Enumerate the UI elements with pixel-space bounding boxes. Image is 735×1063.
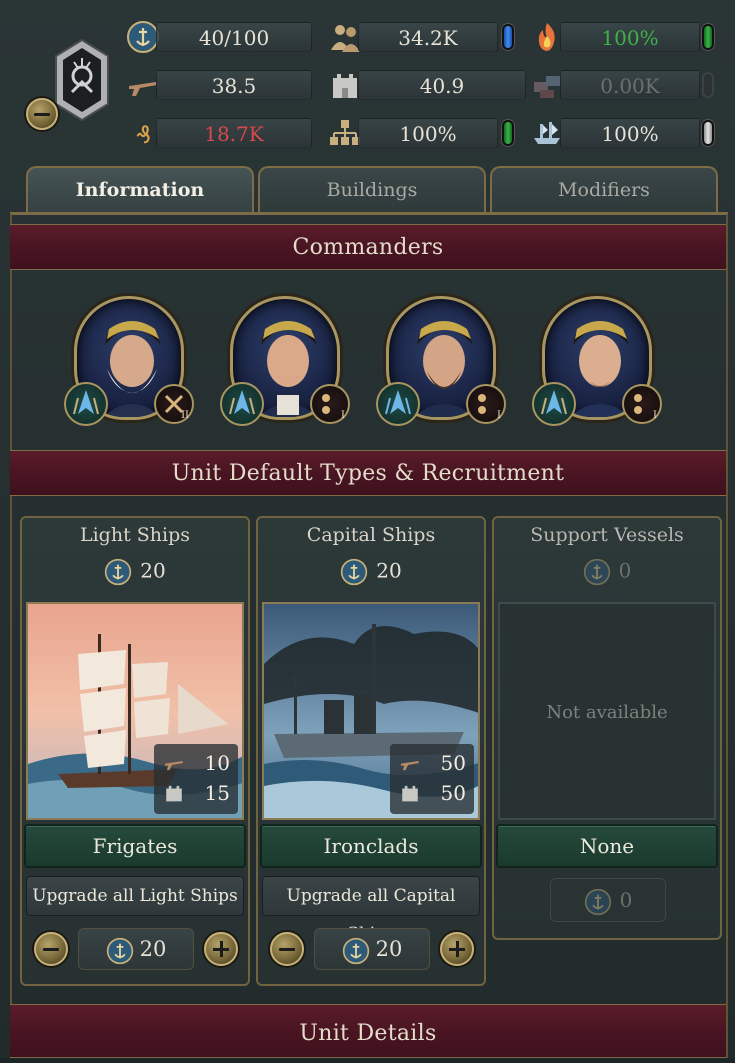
quantity-value: 20 — [375, 937, 403, 961]
unit-stats-badge: 50 50 — [390, 744, 474, 814]
rank-insignia-icon: II — [154, 384, 194, 424]
unit-type-selector[interactable]: Ironclads — [260, 824, 482, 868]
column-title: Light Ships — [79, 524, 190, 546]
rank-label: I — [497, 410, 501, 421]
increase-button[interactable] — [204, 932, 238, 966]
military-formation-panel: 40/100 34.2K 100% 38.5 40.9 0.00K ₰ 18.7… — [0, 0, 735, 1058]
upkeep-currency-icon: ₰ — [136, 121, 151, 149]
attack-icon — [129, 82, 157, 96]
not-available-placeholder: Not available — [498, 602, 716, 820]
attack-icon — [400, 761, 420, 771]
organization-value: 100% — [358, 118, 498, 148]
commander-slot[interactable]: I — [532, 296, 662, 428]
unit-cost: 20 — [22, 558, 248, 586]
disabled-quantity-field: 0 — [550, 878, 666, 922]
manpower-icon — [342, 937, 369, 964]
attack-value: 10 — [204, 751, 230, 775]
quantity-value: 20 — [139, 937, 167, 961]
upkeep-value: 18.7K — [156, 118, 312, 148]
unit-cost-value: 0 — [618, 558, 632, 583]
attack-icon — [164, 761, 184, 771]
tab-modifiers[interactable]: Modifiers — [490, 166, 718, 214]
unit-cost: 20 — [258, 558, 484, 586]
organization-indicator — [502, 120, 514, 146]
fleet-ready-value: 100% — [560, 118, 700, 148]
manpower-icon — [584, 888, 611, 915]
population-icon — [331, 25, 360, 52]
svg-text:₰: ₰ — [136, 121, 151, 149]
manpower-icon — [105, 558, 132, 586]
manpower-icon — [127, 21, 159, 53]
attack-value: 50 — [440, 751, 466, 775]
rank-insignia-icon: I — [622, 384, 662, 424]
disband-button[interactable] — [26, 98, 58, 130]
decrease-button[interactable] — [34, 932, 68, 966]
ironclad-image[interactable]: 50 50 — [262, 602, 480, 820]
supply-icon — [534, 76, 560, 98]
defense-fort-icon — [333, 74, 357, 98]
decrease-button[interactable] — [270, 932, 304, 966]
unit-details-header: Unit Details — [10, 1004, 726, 1058]
manpower-value: 40/100 — [156, 22, 312, 52]
unit-cost-value: 20 — [140, 558, 166, 583]
unit-cost-value: 20 — [376, 558, 402, 583]
rank-label: I — [341, 410, 345, 421]
upgrade-all-button[interactable]: Upgrade all Capital Ships — [262, 876, 480, 944]
morale-fire-icon — [538, 23, 555, 51]
population-indicator — [502, 24, 514, 50]
disabled-quantity-value: 0 — [619, 888, 633, 912]
quantity-field[interactable]: 20 — [78, 928, 194, 970]
unit-type-selector[interactable]: Frigates — [24, 824, 246, 868]
unit-stats-badge: 10 15 — [154, 744, 238, 814]
attack-value: 38.5 — [156, 70, 312, 100]
quantity-stepper: 20 — [258, 928, 484, 972]
population-value: 34.2K — [358, 22, 498, 52]
naval-skill-icon — [532, 382, 576, 426]
morale-value: 100% — [560, 22, 700, 52]
upgrade-all-button[interactable]: Upgrade all Light Ships — [26, 876, 244, 916]
defense-fort-icon — [402, 785, 418, 802]
commander-slot[interactable]: I — [376, 296, 506, 428]
unit-type-selector[interactable]: None — [496, 824, 718, 868]
frigate-image[interactable]: 10 15 — [26, 602, 244, 820]
organization-icon — [330, 120, 360, 145]
fleet-ships-icon — [534, 122, 560, 144]
rank-label: I — [653, 410, 657, 421]
quantity-field[interactable]: 20 — [314, 928, 430, 970]
light-ships-column: Light Ships 20 10 15 Frigates Upgrade al… — [20, 516, 250, 986]
defense-fort-icon — [166, 785, 182, 802]
rank-insignia-icon: I — [466, 384, 506, 424]
fleet-ready-indicator — [702, 120, 714, 146]
column-title: Capital Ships — [306, 524, 436, 546]
defense-value: 15 — [204, 781, 230, 805]
morale-indicator — [702, 24, 714, 50]
manpower-icon — [583, 558, 610, 586]
supply-indicator — [702, 72, 714, 98]
naval-skill-icon — [64, 382, 108, 426]
increase-button[interactable] — [440, 932, 474, 966]
support-vessels-column: Support Vessels 0 Not available None 0 — [492, 516, 722, 940]
supply-value: 0.00K — [560, 70, 700, 100]
formation-emblem-icon[interactable] — [52, 38, 112, 122]
naval-skill-icon — [376, 382, 420, 426]
rank-insignia-icon: I — [310, 384, 350, 424]
manpower-icon — [106, 937, 133, 964]
quantity-stepper: 20 — [22, 928, 248, 972]
defense-value: 50 — [440, 781, 466, 805]
column-title: Support Vessels — [530, 524, 684, 546]
commander-slot[interactable]: II — [64, 296, 194, 428]
unit-cost: 0 — [494, 558, 720, 586]
tab-information[interactable]: Information — [26, 166, 254, 214]
stats-panel: 40/100 34.2K 100% 38.5 40.9 0.00K ₰ 18.7… — [10, 8, 728, 158]
defense-value: 40.9 — [358, 70, 526, 100]
naval-skill-icon — [220, 382, 264, 426]
recruitment-header: Unit Default Types & Recruitment — [10, 450, 726, 496]
commander-slot[interactable]: I — [220, 296, 350, 428]
tab-buildings[interactable]: Buildings — [258, 166, 486, 214]
commanders-header: Commanders — [10, 224, 726, 270]
rank-label: II — [181, 410, 189, 421]
capital-ships-column: Capital Ships 20 50 50 Ironclads Upgrade… — [256, 516, 486, 986]
manpower-icon — [341, 558, 368, 586]
